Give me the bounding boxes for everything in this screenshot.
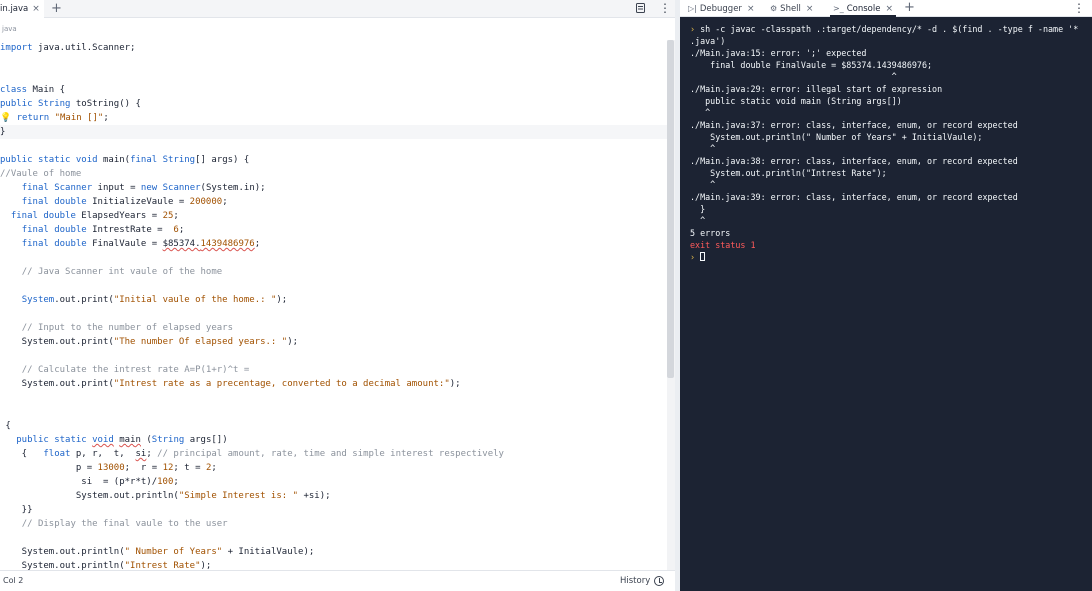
prompt-icon: › [690,252,696,262]
history-button[interactable]: History [620,574,665,588]
replit-workspace: in.java × + ⋮ java import java.util.Scan… [0,0,1092,591]
code-line[interactable]: final double ElapsedYears = 25; [0,209,668,223]
tab-shell[interactable]: ⚙ Shell × [770,0,813,17]
code-line[interactable]: final double InitializeVaule = 200000; [0,195,668,209]
exit-status: exit status 1 [690,240,756,250]
code-line[interactable]: class Main { [0,83,668,97]
editor-scrollbar-thumb[interactable] [667,40,674,378]
console-tab-bar: ▷| Debugger × ⚙ Shell × >_ Console × + ⋮ [680,0,1092,17]
cursor-position: Col 2 [3,576,24,585]
code-line[interactable]: si = (p*r*t)/100; [0,475,668,489]
code-line[interactable]: final double IntrestRate = 6; [0,223,668,237]
code-line[interactable]: { float p, r, t, si; // principal amount… [0,447,668,461]
console-pane: ▷| Debugger × ⚙ Shell × >_ Console × + ⋮… [680,0,1092,591]
console-icon: >_ [833,4,844,13]
code-editor-pane: in.java × + ⋮ java import java.util.Scan… [0,0,675,591]
console-line: ./Main.java:15: error: ';' expected [690,48,867,58]
console-line: ^ [690,179,716,189]
code-line[interactable]: import java.util.Scanner; [0,41,668,55]
console-input-line[interactable]: › [690,251,706,263]
console-output[interactable]: › sh -c javac -classpath .:target/depend… [690,23,1090,573]
console-line: public static void main (String args[]) [690,96,902,106]
terminal-cursor [700,252,706,261]
console-line: ^ [690,71,897,81]
code-line[interactable]: // Calculate the intrest rate A=P(1+r)^t… [0,363,668,377]
code-line[interactable]: System.out.print("The number Of elapsed … [0,335,668,349]
editor-status-bar: Col 2 History [0,570,675,591]
code-line[interactable]: //Vaule of home [0,167,668,181]
code-line[interactable]: { [0,419,668,433]
tab-label: Shell [780,3,801,14]
tab-console[interactable]: >_ Console × [830,0,896,17]
code-line[interactable]: System.out.println("Intrest Rate"); [0,559,668,570]
editor-tab-label: in.java [0,4,29,14]
history-label: History [620,576,651,586]
code-line[interactable]: System.out.print("Initial vaule of the h… [0,293,668,307]
code-line[interactable]: public String toString() { [0,97,668,111]
console-command: sh -c javac -classpath .:target/dependen… [695,24,1079,34]
editor-tab-main-java[interactable]: in.java × [0,0,44,18]
console-command-cont: .java') [690,36,726,46]
history-icon [654,576,665,586]
tab-label: Console [846,3,881,14]
tab-label: Debugger [699,3,742,14]
code-line[interactable]: System.out.print("Intrest rate as a prec… [0,377,668,391]
code-line[interactable]: p = 13000; r = 12; t = 2; [0,461,668,475]
add-tab-icon[interactable]: + [904,0,915,16]
console-line: ./Main.java:37: error: class, interface,… [690,120,1018,130]
shell-icon: ⚙ [770,4,778,13]
console-command-line: › sh -c javac -classpath .:target/depend… [690,23,1078,35]
code-line-active[interactable]: } [0,125,668,139]
code-line[interactable]: public static void main (String args[]) [0,433,668,447]
close-icon[interactable]: × [885,4,893,14]
console-summary: 5 errors [690,228,731,238]
code-line[interactable]: }} [0,503,668,517]
code-line[interactable]: System.out.println("Simple Interest is: … [0,489,668,503]
code-line[interactable]: // Display the final vaule to the user [0,517,668,531]
file-outline-icon[interactable] [636,3,645,13]
code-area[interactable]: import java.util.Scanner; class Main { p… [0,40,668,570]
close-icon[interactable]: × [32,4,40,14]
console-line: ./Main.java:38: error: class, interface,… [690,156,1018,166]
console-line: System.out.println(" Number of Years" + … [690,132,983,142]
console-line: ^ [690,107,711,117]
more-options-icon[interactable]: ⋮ [1073,1,1085,15]
more-options-icon[interactable]: ⋮ [659,1,671,15]
tab-debugger[interactable]: ▷| Debugger × [688,0,754,17]
console-line: ./Main.java:29: error: illegal start of … [690,84,943,94]
debugger-icon: ▷| [688,4,697,13]
code-line[interactable]: final double FinalVaule = $85374.1439486… [0,237,668,251]
code-line[interactable]: // Input to the number of elapsed years [0,321,668,335]
lightbulb-icon[interactable]: 💡 [0,113,11,123]
console-line: System.out.println("Intrest Rate"); [690,168,887,178]
close-icon[interactable]: × [806,4,814,14]
add-tab-icon[interactable]: + [51,1,62,17]
code-line[interactable]: // Java Scanner int vaule of the home [0,265,668,279]
code-line[interactable]: 💡 return "Main []"; [0,111,668,125]
console-line: ^ [690,143,716,153]
code-line[interactable]: public static void main(final String[] a… [0,153,668,167]
console-line: ^ [690,215,706,225]
code-line[interactable]: final Scanner input = new Scanner(System… [0,181,668,195]
close-icon[interactable]: × [747,4,755,14]
editor-tab-bar: in.java × + ⋮ [0,0,675,18]
code-line[interactable]: System.out.println(" Number of Years" + … [0,545,668,559]
breadcrumb[interactable]: java [2,25,17,33]
console-line: ./Main.java:39: error: class, interface,… [690,192,1018,202]
